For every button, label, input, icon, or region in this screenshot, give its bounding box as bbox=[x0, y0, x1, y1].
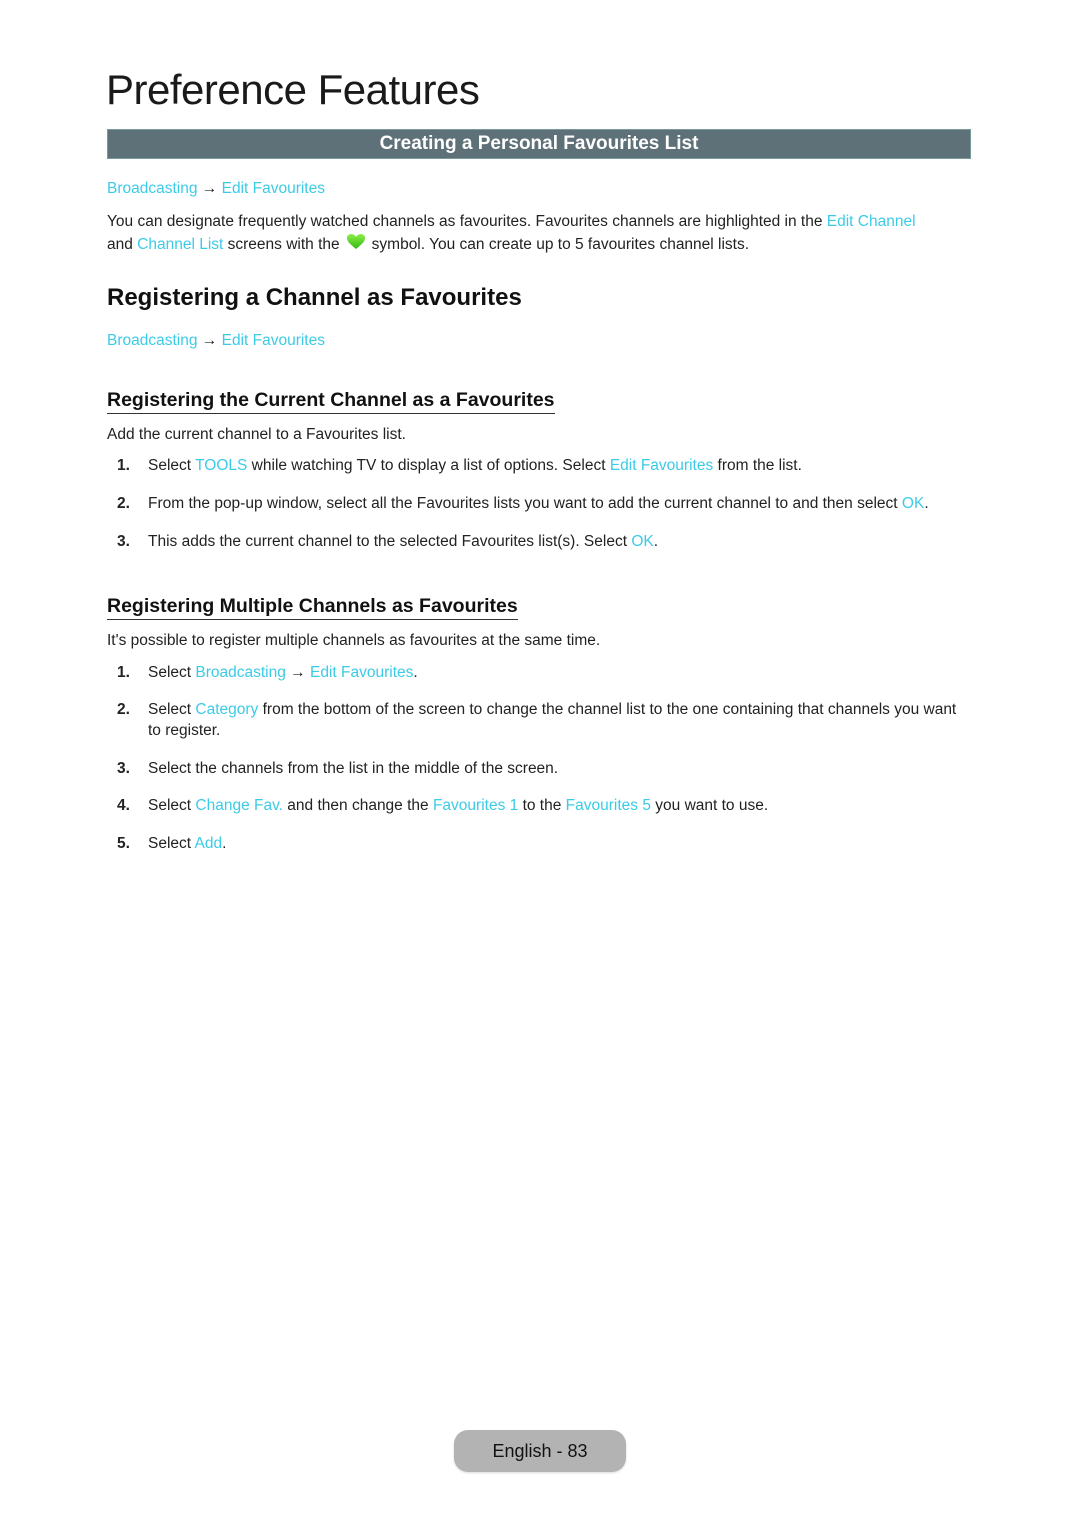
step-text: Select TOOLS while watching TV to displa… bbox=[148, 455, 973, 476]
section-banner: Creating a Personal Favourites List bbox=[107, 129, 971, 159]
step-text-segment: This adds the current channel to the sel… bbox=[148, 533, 632, 550]
list-item: 4. Select Change Fav. and then change the… bbox=[117, 795, 973, 816]
list-item: 1. Select TOOLS while watching TV to disp… bbox=[117, 455, 973, 476]
subsection-intro: It's possible to register multiple chann… bbox=[107, 632, 601, 649]
step-number: 2. bbox=[117, 701, 130, 718]
link-add[interactable]: Add bbox=[195, 835, 223, 852]
page-number: English - 83 bbox=[492, 1440, 588, 1461]
link-favourites-5[interactable]: Favourites 5 bbox=[566, 797, 651, 814]
step-text: From the pop-up window, select all the F… bbox=[148, 493, 973, 514]
breadcrumb: Broadcasting → Edit Favourites bbox=[107, 332, 325, 350]
breadcrumb-edit-favourites[interactable]: Edit Favourites bbox=[222, 332, 325, 349]
step-text-segment: Select bbox=[148, 797, 196, 814]
step-number: 2. bbox=[117, 495, 130, 512]
step-text: Select Add. bbox=[148, 833, 973, 854]
link-edit-favourites[interactable]: Edit Favourites bbox=[610, 457, 713, 474]
step-text-segment: → bbox=[285, 664, 310, 681]
step-text-segment: from the bottom of the screen to change … bbox=[148, 701, 957, 739]
link-tools[interactable]: TOOLS bbox=[195, 457, 247, 474]
link-change-fav[interactable]: Change Fav. bbox=[195, 797, 283, 814]
arrow-icon: → bbox=[201, 332, 218, 349]
step-text-segment: from the list. bbox=[713, 457, 802, 474]
heart-icon bbox=[346, 233, 366, 257]
step-number: 4. bbox=[117, 797, 130, 814]
link-edit-channel[interactable]: Edit Channel bbox=[827, 213, 916, 230]
breadcrumb: Broadcasting → Edit Favourites bbox=[107, 180, 325, 198]
step-text: This adds the current channel to the sel… bbox=[148, 531, 973, 552]
page-title: Preference Features bbox=[106, 66, 480, 113]
step-text: Select Change Fav. and then change the F… bbox=[148, 795, 973, 816]
intro-text: screens with the bbox=[223, 236, 340, 254]
step-text-segment: you want to use. bbox=[650, 797, 769, 814]
step-text-segment: while watching TV to display a list of o… bbox=[247, 457, 610, 474]
step-text: Select Broadcasting → Edit Favourites. bbox=[148, 662, 973, 683]
step-number: 1. bbox=[117, 457, 130, 474]
subsection-heading-current: Registering the Current Channel as a Fav… bbox=[107, 388, 555, 414]
breadcrumb-broadcasting[interactable]: Broadcasting bbox=[107, 180, 197, 197]
page-number-badge: English - 83 bbox=[454, 1430, 626, 1472]
step-number: 3. bbox=[117, 533, 130, 550]
section-banner-title: Creating a Personal Favourites List bbox=[379, 133, 699, 154]
intro-paragraph: You can designate frequently watched cha… bbox=[107, 210, 973, 257]
link-category[interactable]: Category bbox=[195, 701, 258, 718]
step-text: Select Category from the bottom of the s… bbox=[148, 699, 973, 741]
subsection-intro: Add the current channel to a Favourites … bbox=[107, 426, 406, 443]
step-text: Select the channels from the list in the… bbox=[148, 758, 973, 779]
breadcrumb-broadcasting[interactable]: Broadcasting bbox=[107, 332, 197, 349]
step-text-segment: Select bbox=[148, 701, 196, 718]
link-ok[interactable]: OK bbox=[902, 495, 924, 512]
step-text-segment: . bbox=[222, 835, 227, 852]
step-number: 5. bbox=[117, 835, 130, 852]
list-item: 3. Select the channels from the list in t… bbox=[117, 758, 973, 779]
breadcrumb-edit-favourites[interactable]: Edit Favourites bbox=[222, 180, 325, 197]
step-number: 3. bbox=[117, 760, 130, 777]
step-text-segment: . bbox=[413, 664, 418, 681]
intro-text: and bbox=[107, 236, 138, 254]
section-heading: Registering a Channel as Favourites bbox=[107, 284, 522, 311]
link-edit-favourites[interactable]: Edit Favourites bbox=[310, 664, 413, 681]
link-channel-list[interactable]: Channel List bbox=[137, 236, 223, 253]
step-text-segment: to the bbox=[518, 797, 566, 814]
link-broadcasting[interactable]: Broadcasting bbox=[195, 664, 285, 681]
step-text-segment: Select the channels from the list in the… bbox=[148, 760, 559, 777]
intro-text: You can designate frequently watched cha… bbox=[107, 213, 827, 230]
step-text-segment: Select bbox=[148, 835, 195, 852]
list-item: 2. Select Category from the bottom of the… bbox=[117, 699, 973, 741]
subsection-heading-multiple: Registering Multiple Channels as Favouri… bbox=[107, 594, 518, 620]
step-text-segment: From the pop-up window, select all the F… bbox=[148, 495, 902, 512]
intro-text: symbol. You can create up to 5 favourite… bbox=[371, 236, 750, 254]
arrow-icon: → bbox=[201, 180, 218, 197]
step-text-segment: Select bbox=[148, 664, 196, 681]
list-item: 2. From the pop-up window, select all the… bbox=[117, 493, 973, 514]
list-item: 1. Select Broadcasting → Edit Favourites. bbox=[117, 662, 973, 683]
step-text-segment: . bbox=[653, 533, 659, 550]
step-text-segment: Select bbox=[148, 457, 196, 474]
list-item: 3. This adds the current channel to the s… bbox=[117, 531, 973, 552]
step-text-segment: and then change the bbox=[283, 797, 433, 814]
list-item: 5. Select Add. bbox=[117, 833, 973, 854]
step-number: 1. bbox=[117, 664, 130, 681]
link-ok[interactable]: OK bbox=[631, 533, 653, 550]
step-text-segment: . bbox=[924, 495, 929, 512]
link-favourites-1[interactable]: Favourites 1 bbox=[433, 797, 518, 814]
